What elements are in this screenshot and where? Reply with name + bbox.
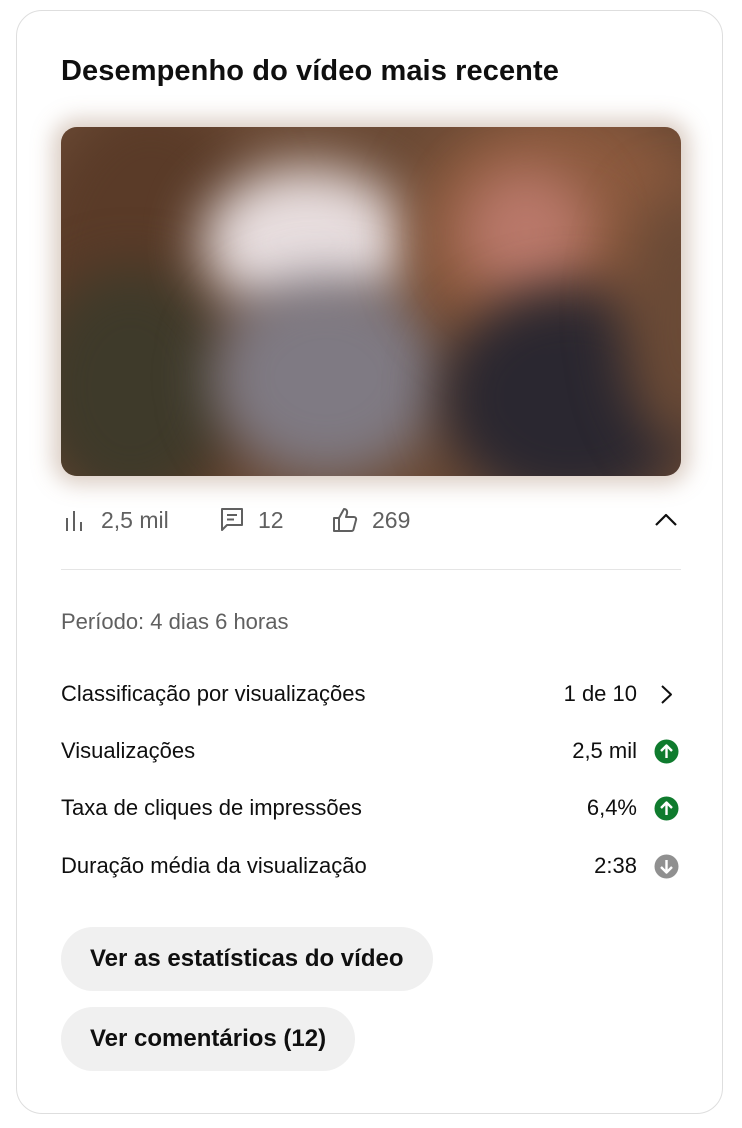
likes-count: 269 bbox=[372, 506, 411, 533]
card-title: Desempenho do vídeo mais recente bbox=[61, 55, 559, 87]
chevron-up-icon bbox=[655, 513, 677, 526]
metric-label: Classificação por visualizações bbox=[61, 681, 366, 706]
metric-row-ranking[interactable]: Classificação por visualizações 1 de 10 bbox=[61, 679, 681, 711]
metric-row-views: Visualizações 2,5 mil bbox=[61, 736, 681, 768]
chevron-right-icon[interactable] bbox=[654, 682, 679, 707]
metric-value: 1 de 10 bbox=[563, 681, 637, 706]
collapse-button[interactable] bbox=[651, 505, 681, 535]
arrow-up-circle-icon bbox=[654, 739, 679, 764]
view-comments-button[interactable]: Ver comentários (12) bbox=[61, 1007, 356, 1071]
arrow-down-circle-icon bbox=[654, 854, 679, 879]
divider bbox=[61, 569, 681, 570]
comments-count: 12 bbox=[258, 506, 284, 533]
metric-label: Visualizações bbox=[61, 738, 196, 763]
metric-value: 2,5 mil bbox=[572, 738, 637, 763]
latest-video-performance-card: Desempenho do vídeo mais recente 2,5 mil bbox=[16, 10, 723, 1114]
metric-row-avg-duration: Duração média da visualização 2:38 bbox=[61, 851, 681, 883]
comments-stat: 12 bbox=[220, 505, 284, 535]
metric-value: 2:38 bbox=[594, 853, 637, 878]
metric-row-ctr: Taxa de cliques de impressões 6,4% bbox=[61, 793, 681, 825]
video-stats-row: 2,5 mil 12 269 bbox=[61, 505, 681, 535]
period-text: Período: 4 dias 6 horas bbox=[61, 609, 289, 634]
thumbs-up-icon bbox=[333, 508, 358, 532]
metric-label: Duração média da visualização bbox=[61, 853, 367, 878]
view-video-stats-button[interactable]: Ver as estatísticas do vídeo bbox=[61, 927, 433, 991]
views-stat: 2,5 mil bbox=[65, 505, 169, 535]
views-count: 2,5 mil bbox=[101, 506, 169, 533]
likes-stat: 269 bbox=[332, 505, 410, 535]
bar-chart-icon bbox=[66, 511, 82, 531]
comment-icon bbox=[221, 508, 243, 531]
video-thumbnail[interactable] bbox=[61, 127, 681, 476]
arrow-up-circle-icon bbox=[654, 796, 679, 821]
metric-label: Taxa de cliques de impressões bbox=[61, 795, 362, 820]
metric-value: 6,4% bbox=[586, 795, 637, 820]
